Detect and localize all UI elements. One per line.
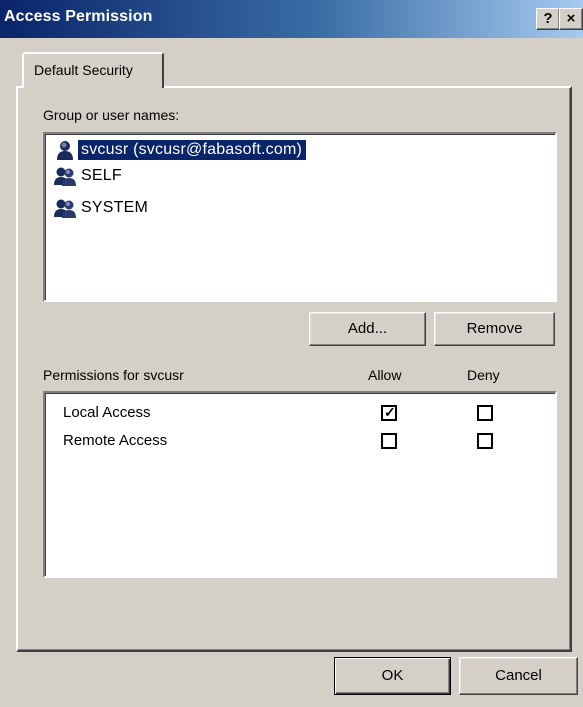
deny-header: Deny bbox=[467, 367, 500, 383]
permission-name: Local Access bbox=[63, 404, 151, 421]
window-title: Access Permission bbox=[4, 8, 153, 25]
help-button[interactable]: ? bbox=[536, 8, 560, 30]
list-item-label: SELF bbox=[81, 167, 122, 184]
check-mark-icon: ✓ bbox=[384, 404, 396, 420]
allow-checkbox-local-access[interactable]: ✓ bbox=[381, 404, 397, 421]
deny-checkbox-remote-access[interactable] bbox=[477, 433, 493, 449]
tab-default-security[interactable]: Default Security bbox=[22, 52, 164, 88]
group-icon bbox=[54, 199, 76, 218]
access-permission-dialog: Access Permission ? × Default Security G… bbox=[0, 0, 583, 707]
cancel-button[interactable]: Cancel bbox=[459, 657, 578, 695]
allow-checkbox-remote-access[interactable] bbox=[381, 433, 397, 449]
remove-button[interactable]: Remove bbox=[434, 312, 555, 346]
tab-label: Default Security bbox=[34, 62, 133, 78]
permission-row-local-access: Local Access ✓ bbox=[45, 401, 555, 425]
permission-name: Remote Access bbox=[63, 432, 168, 449]
group-or-user-names-label: Group or user names: bbox=[43, 107, 180, 123]
deny-checkbox-local-access[interactable] bbox=[477, 405, 493, 421]
permissions-for-label: Permissions for svcusr bbox=[43, 367, 184, 383]
add-button[interactable]: Add... bbox=[309, 312, 426, 346]
list-item-svcusr[interactable]: svcusr (svcusr@fabasoft.com) bbox=[53, 138, 547, 162]
group-icon bbox=[54, 167, 76, 186]
ok-button[interactable]: OK bbox=[334, 657, 451, 695]
allow-header: Allow bbox=[368, 367, 402, 383]
permissions-listbox: Local Access ✓ Remote Access bbox=[43, 391, 557, 578]
users-listbox[interactable]: svcusr (svcusr@fabasoft.com) SELF SYSTEM bbox=[43, 132, 557, 302]
list-item-label: SYSTEM bbox=[81, 199, 148, 216]
title-bar[interactable]: Access Permission ? × bbox=[0, 0, 583, 38]
list-item-self[interactable]: SELF bbox=[53, 164, 547, 188]
close-button[interactable]: × bbox=[559, 8, 583, 30]
list-item-system[interactable]: SYSTEM bbox=[53, 196, 547, 220]
permission-row-remote-access: Remote Access bbox=[45, 429, 555, 453]
list-item-label: svcusr (svcusr@fabasoft.com) bbox=[78, 140, 306, 160]
user-icon bbox=[53, 139, 77, 161]
